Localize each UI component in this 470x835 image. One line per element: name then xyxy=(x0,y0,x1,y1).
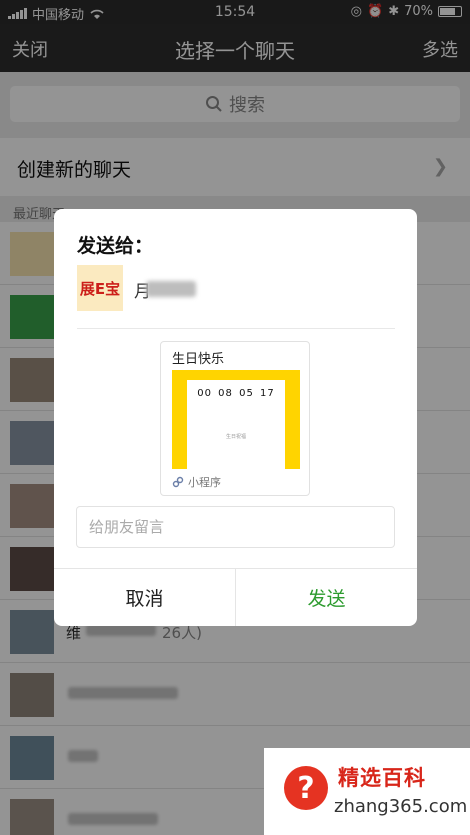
watermark: ? 精选百科 zhang365.com xyxy=(264,748,470,835)
card-small-text: 生日祝福 xyxy=(225,434,246,440)
card-preview-inner: 00 08 05 17 生日祝福 xyxy=(187,380,285,469)
card-footer: 小程序 xyxy=(172,474,221,490)
watermark-domain: zhang365.com xyxy=(334,796,468,817)
recipient-avatar: 展E宝 xyxy=(77,265,123,311)
send-button[interactable]: 发送 xyxy=(236,569,417,626)
question-mark-icon: ? xyxy=(284,766,328,810)
card-title: 生日快乐 xyxy=(172,352,225,367)
mini-program-card: 生日快乐 00 08 05 17 生日祝福 小程序 xyxy=(160,341,310,496)
dialog-buttons: 取消 发送 xyxy=(54,568,417,626)
message-field-wrap xyxy=(76,506,395,548)
recipient-name-blurred xyxy=(146,281,196,297)
cancel-button[interactable]: 取消 xyxy=(54,569,236,626)
mini-program-label: 小程序 xyxy=(188,476,221,489)
countdown-text: 00 08 05 17 xyxy=(197,388,275,399)
send-dialog: 发送给： 展E宝 月 生日快乐 00 08 05 17 生日祝福 小程序 取消 … xyxy=(54,209,417,626)
message-field[interactable] xyxy=(77,507,394,547)
dialog-title: 发送给： xyxy=(77,235,154,257)
recipient-logo-text: 展E宝 xyxy=(79,279,121,298)
card-preview-image: 00 08 05 17 生日祝福 xyxy=(172,370,300,469)
watermark-brand: 精选百科 xyxy=(338,766,426,790)
divider xyxy=(77,328,395,329)
mini-program-icon xyxy=(172,476,184,488)
